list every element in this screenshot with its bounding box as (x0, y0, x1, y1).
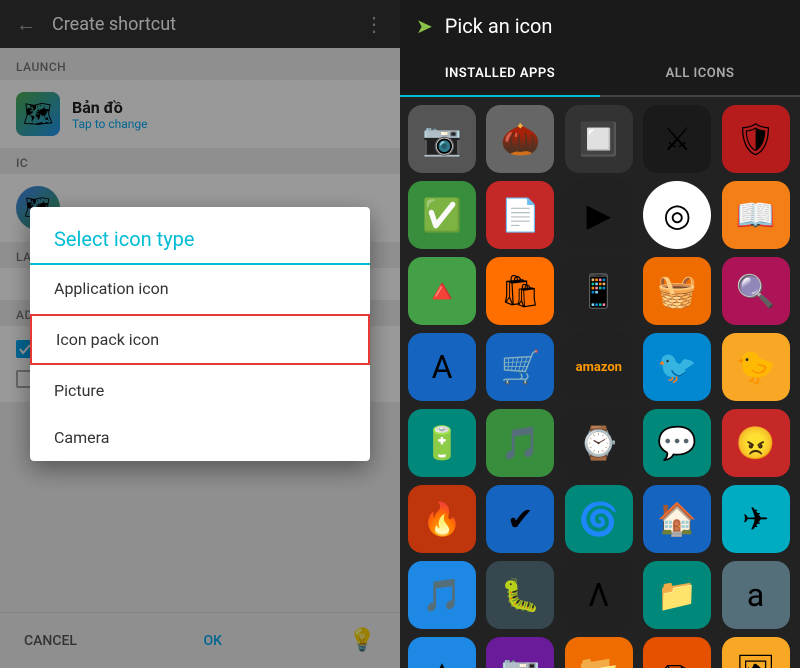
app-icon-18[interactable]: 🐦 (643, 333, 711, 401)
app-icon-11[interactable]: 🛍 (486, 257, 554, 325)
app-icon-4[interactable]: 🛡 (722, 105, 790, 173)
app-icon-14[interactable]: 🔍 (722, 257, 790, 325)
app-icon-29[interactable]: ✈ (722, 485, 790, 553)
app-icon-38[interactable]: ✏ (643, 637, 711, 668)
app-icon-30[interactable]: 🎵 (408, 561, 476, 629)
icon-grid: 📷🌰🔲⚔🛡✅📄▶◎📖🔺🛍📱🧺🔍A🛒amazon🐦🐤🔋🎵⌚💬😠🔥✔🌀🏠✈🎵🐛Λ📁a… (400, 97, 800, 668)
app-icon-24[interactable]: 😠 (722, 409, 790, 477)
app-icon-27[interactable]: 🌀 (565, 485, 633, 553)
app-icon-39[interactable]: 🖼 (722, 637, 790, 668)
app-icon-12[interactable]: 📱 (565, 257, 633, 325)
app-icon-16[interactable]: 🛒 (486, 333, 554, 401)
pick-icon-title: Pick an icon (445, 14, 553, 38)
modal-title: Select icon type (30, 207, 370, 265)
app-icon-21[interactable]: 🎵 (486, 409, 554, 477)
app-icon-1[interactable]: 🌰 (486, 105, 554, 173)
app-icon-32[interactable]: Λ (565, 561, 633, 629)
modal-overlay: Select icon type Application icon Icon p… (0, 0, 400, 668)
app-icon-25[interactable]: 🔥 (408, 485, 476, 553)
app-icon-31[interactable]: 🐛 (486, 561, 554, 629)
app-icon-5[interactable]: ✅ (408, 181, 476, 249)
modal-item-camera[interactable]: Camera (30, 414, 370, 461)
right-header: ➤ Pick an icon (400, 0, 800, 52)
app-icon-36[interactable]: 📷 (486, 637, 554, 668)
tab-installed-apps[interactable]: INSTALLED APPS (400, 52, 600, 95)
app-icon-2[interactable]: 🔲 (565, 105, 633, 173)
left-panel: ← Create shortcut ⋮ LAUNCH 🗺 Bản đồ Tap … (0, 0, 400, 668)
app-icon-7[interactable]: ▶ (565, 181, 633, 249)
tabs: INSTALLED APPS ALL ICONS (400, 52, 800, 97)
modal-dialog: Select icon type Application icon Icon p… (30, 207, 370, 461)
app-icon-28[interactable]: 🏠 (643, 485, 711, 553)
right-panel: ➤ Pick an icon INSTALLED APPS ALL ICONS … (400, 0, 800, 668)
app-icon-23[interactable]: 💬 (643, 409, 711, 477)
app-icon-26[interactable]: ✔ (486, 485, 554, 553)
modal-item-application-icon[interactable]: Application icon (30, 265, 370, 312)
pick-icon-arrow: ➤ (416, 14, 433, 38)
app-icon-19[interactable]: 🐤 (722, 333, 790, 401)
app-icon-0[interactable]: 📷 (408, 105, 476, 173)
app-icon-33[interactable]: 📁 (643, 561, 711, 629)
app-icon-10[interactable]: 🔺 (408, 257, 476, 325)
app-icon-13[interactable]: 🧺 (643, 257, 711, 325)
app-icon-15[interactable]: A (408, 333, 476, 401)
app-icon-22[interactable]: ⌚ (565, 409, 633, 477)
app-icon-37[interactable]: 📂 (565, 637, 633, 668)
app-icon-3[interactable]: ⚔ (643, 105, 711, 173)
app-icon-9[interactable]: 📖 (722, 181, 790, 249)
modal-item-icon-pack[interactable]: Icon pack icon (30, 314, 370, 365)
app-icon-8[interactable]: ◎ (643, 181, 711, 249)
app-icon-6[interactable]: 📄 (486, 181, 554, 249)
modal-item-picture[interactable]: Picture (30, 367, 370, 414)
app-icon-17[interactable]: amazon (565, 333, 633, 401)
app-icon-35[interactable]: ▲ (408, 637, 476, 668)
app-icon-34[interactable]: a (722, 561, 790, 629)
app-icon-20[interactable]: 🔋 (408, 409, 476, 477)
tab-all-icons[interactable]: ALL ICONS (600, 52, 800, 95)
